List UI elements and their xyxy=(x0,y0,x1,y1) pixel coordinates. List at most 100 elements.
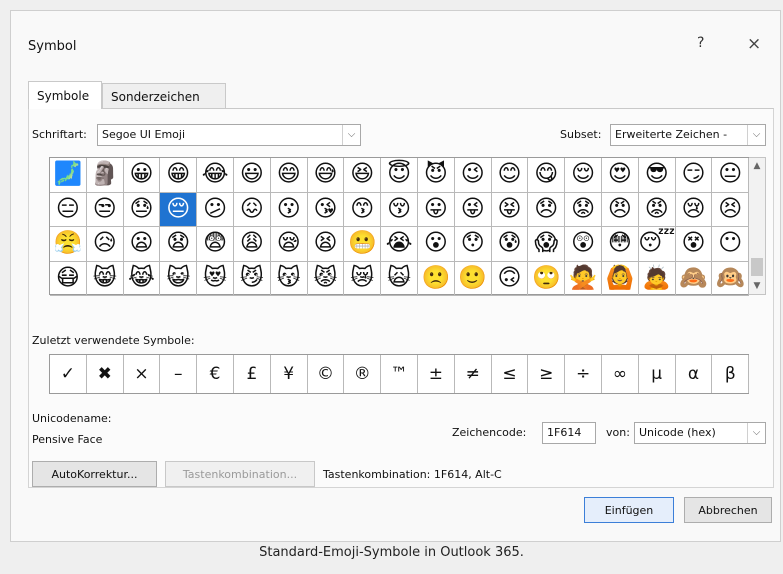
symbol-cell[interactable]: 😢 xyxy=(675,192,713,227)
symbol-cell[interactable]: 😙 xyxy=(344,192,382,227)
symbol-cell[interactable]: 😷 xyxy=(50,261,87,296)
symbol-cell[interactable]: 🙅 xyxy=(565,261,602,296)
symbol-cell[interactable]: 😝 xyxy=(491,192,529,227)
tab-symbole[interactable]: Symbole xyxy=(28,81,102,109)
symbol-cell[interactable]: 😰 xyxy=(491,227,529,262)
scroll-up-icon[interactable]: ▲ xyxy=(749,158,765,174)
scroll-thumb[interactable] xyxy=(751,258,763,276)
symbol-cell[interactable]: 😆 xyxy=(344,158,382,193)
symbol-cell[interactable]: 😔 xyxy=(160,192,198,227)
symbol-cell[interactable]: 🗾 xyxy=(50,158,87,193)
symbol-cell[interactable]: 🙁 xyxy=(418,261,455,296)
recent-symbol-cell[interactable]: ✓ xyxy=(50,355,87,393)
recent-symbol-cell[interactable]: £ xyxy=(234,355,271,393)
recent-symbol-cell[interactable]: ™ xyxy=(381,355,418,393)
symbol-cell[interactable]: 😘 xyxy=(307,192,345,227)
symbol-cell[interactable]: 😑 xyxy=(50,192,87,227)
recent-symbol-cell[interactable]: ÷ xyxy=(565,355,602,393)
symbol-cell[interactable]: 🙇 xyxy=(638,261,676,296)
symbol-cell[interactable]: 🙄 xyxy=(528,261,566,296)
symbol-cell[interactable]: 😹 xyxy=(123,261,161,296)
symbol-cell[interactable]: 😄 xyxy=(270,158,308,193)
font-select[interactable]: Segoe UI Emoji ⌵ xyxy=(97,124,361,146)
symbol-cell[interactable]: 😫 xyxy=(307,227,345,262)
symbol-cell[interactable]: 😠 xyxy=(602,192,639,227)
symbol-cell[interactable]: 🗿 xyxy=(86,158,124,193)
symbol-cell[interactable]: 😈 xyxy=(418,158,455,193)
symbol-cell[interactable]: 😡 xyxy=(638,192,676,227)
symbol-cell[interactable]: 😨 xyxy=(197,227,234,262)
subset-select[interactable]: Erweiterte Zeichen - ⌵ xyxy=(610,124,766,146)
recent-symbol-cell[interactable]: ≠ xyxy=(455,355,492,393)
symbol-cell[interactable]: 😳 xyxy=(602,227,639,262)
help-button[interactable]: ? xyxy=(697,35,704,51)
symbol-cell[interactable]: 😐 xyxy=(712,158,750,193)
char-code-input[interactable]: 1F614 xyxy=(542,422,596,444)
symbol-cell[interactable]: 😅 xyxy=(307,158,345,193)
symbol-cell[interactable]: 😯 xyxy=(454,227,492,262)
symbol-cell[interactable]: 😣 xyxy=(712,192,750,227)
recent-symbol-cell[interactable]: × xyxy=(124,355,161,393)
symbol-cell[interactable]: 😞 xyxy=(528,192,566,227)
symbol-cell[interactable]: 😵 xyxy=(675,227,713,262)
symbol-cell[interactable]: 😿 xyxy=(344,261,382,296)
symbol-cell[interactable]: 😦 xyxy=(123,227,161,262)
symbol-cell[interactable]: 😜 xyxy=(454,192,492,227)
recent-symbol-cell[interactable]: ∞ xyxy=(602,355,639,393)
cancel-button[interactable]: Abbrechen xyxy=(684,497,772,523)
symbol-cell[interactable]: 😶 xyxy=(712,227,750,262)
recent-symbol-cell[interactable]: ¥ xyxy=(271,355,308,393)
recent-symbol-cell[interactable]: € xyxy=(197,355,234,393)
recent-symbol-cell[interactable]: ® xyxy=(344,355,382,393)
symbol-cell[interactable]: 🙂 xyxy=(454,261,492,296)
symbol-cell[interactable]: 😺 xyxy=(160,261,198,296)
symbol-cell[interactable]: 😊 xyxy=(491,158,529,193)
symbol-cell[interactable]: 😩 xyxy=(234,227,271,262)
symbol-cell[interactable]: 😮 xyxy=(418,227,455,262)
recent-symbol-cell[interactable]: α xyxy=(676,355,713,393)
symbol-cell[interactable]: 🙉 xyxy=(712,261,750,296)
symbol-cell[interactable]: 😪 xyxy=(270,227,308,262)
autocorrect-button[interactable]: AutoKorrektur... xyxy=(32,461,157,487)
symbol-grid[interactable]: 🗾 🗿 😀 😁 😂 😃 😄 😅 😆 😇 😈 😉 😊 😋 😌 😍 😎 😏 😐 😑 😒 😓 😔 😕 😖 😗 😘 😙 😚 😛 😜 😝 😞 😟 😠 😡 😢 😣 😤 😥… xyxy=(49,157,750,296)
symbol-cell[interactable]: 😽 xyxy=(270,261,308,296)
symbol-cell[interactable]: 😃 xyxy=(234,158,271,193)
symbol-cell[interactable]: 😉 xyxy=(454,158,492,193)
symbol-cell[interactable]: 😸 xyxy=(86,261,124,296)
symbol-cell[interactable]: 😕 xyxy=(197,192,234,227)
recent-symbol-cell[interactable]: ≤ xyxy=(492,355,529,393)
from-select[interactable]: Unicode (hex) ⌵ xyxy=(634,422,766,444)
symbol-cell[interactable]: 😖 xyxy=(234,192,271,227)
scroll-down-icon[interactable]: ▼ xyxy=(749,278,765,294)
symbol-cell[interactable]: 😤 xyxy=(50,227,87,262)
symbol-cell[interactable]: 🙀 xyxy=(381,261,418,296)
recent-symbol-cell[interactable]: – xyxy=(160,355,198,393)
recent-symbol-cell[interactable]: ✖ xyxy=(87,355,124,393)
symbol-cell[interactable]: 😀 xyxy=(123,158,161,193)
recent-symbol-cell[interactable]: β xyxy=(712,355,750,393)
recent-symbol-cell[interactable]: © xyxy=(308,355,345,393)
symbol-cell[interactable]: 😭 xyxy=(381,227,418,262)
symbol-cell[interactable]: 😛 xyxy=(418,192,455,227)
symbol-cell[interactable]: 😟 xyxy=(565,192,602,227)
symbol-cell[interactable]: 😁 xyxy=(160,158,198,193)
symbol-cell[interactable]: 😥 xyxy=(86,227,124,262)
recent-symbol-cell[interactable]: ± xyxy=(418,355,455,393)
symbol-cell[interactable]: 😧 xyxy=(160,227,198,262)
symbol-cell[interactable]: 😇 xyxy=(381,158,418,193)
symbol-cell[interactable]: 😬 xyxy=(344,227,382,262)
shortcut-key-button[interactable]: Tastenkombination... xyxy=(165,461,315,487)
symbol-cell[interactable]: 😻 xyxy=(197,261,234,296)
symbol-cell[interactable]: 😍 xyxy=(602,158,639,193)
symbol-cell[interactable]: 😓 xyxy=(123,192,161,227)
tab-sonderzeichen[interactable]: Sonderzeichen xyxy=(102,83,226,108)
symbol-grid-scrollbar[interactable]: ▲ ▼ xyxy=(749,157,766,295)
symbol-cell[interactable]: 😾 xyxy=(307,261,345,296)
symbol-cell[interactable]: 🙆 xyxy=(602,261,639,296)
symbol-cell[interactable]: 😼 xyxy=(234,261,271,296)
symbol-cell[interactable]: 🙈 xyxy=(675,261,713,296)
recent-symbol-cell[interactable]: µ xyxy=(639,355,676,393)
symbol-cell[interactable]: 😋 xyxy=(528,158,566,193)
close-icon[interactable]: × xyxy=(747,34,761,54)
symbol-cell[interactable]: 😎 xyxy=(638,158,676,193)
